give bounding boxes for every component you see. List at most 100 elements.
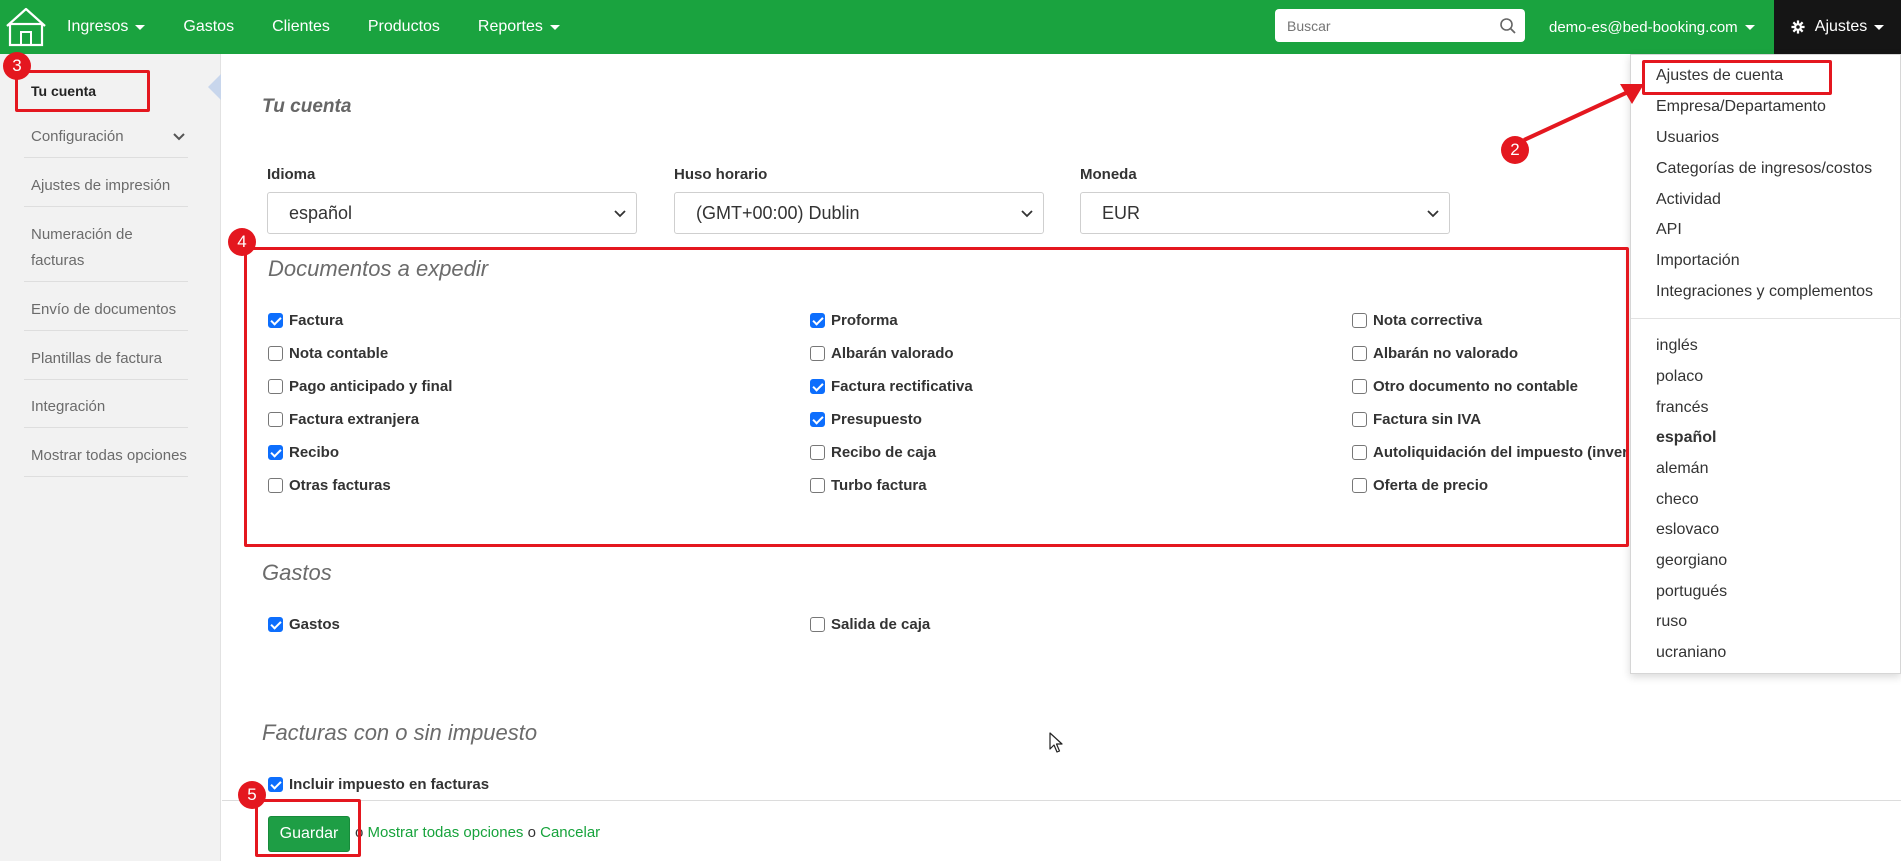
language-option-polaco[interactable]: polaco [1656, 367, 1703, 387]
checkbox-label: Proforma [831, 311, 898, 329]
search-icon[interactable] [1499, 17, 1517, 35]
menu-item-integraciones[interactable]: Integraciones y complementos [1656, 282, 1873, 302]
checkbox[interactable] [1352, 477, 1367, 493]
chevron-down-icon[interactable] [172, 131, 186, 143]
language-option-portugues[interactable]: portugués [1656, 582, 1727, 602]
checkbox-label: Salida de caja [831, 615, 931, 633]
menu-item-importacion[interactable]: Importación [1656, 251, 1740, 271]
language-option-ruso[interactable]: ruso [1656, 612, 1687, 632]
sidebar-item-ajustes-impresion[interactable]: Ajustes de impresión [24, 173, 188, 207]
checkbox-nota-contable[interactable]: Nota contable [268, 343, 388, 363]
nav-ingresos-label: Ingresos [67, 18, 129, 35]
checkbox-nota-correctiva[interactable]: Nota correctiva [1352, 310, 1482, 330]
menu-item-actividad[interactable]: Actividad [1656, 190, 1721, 210]
checkbox[interactable] [268, 411, 283, 427]
checkbox[interactable] [268, 776, 283, 792]
main-menu: Ingresos Gastos Clientes Productos Repor… [48, 0, 579, 54]
checkbox-albaran-valorado[interactable]: Albarán valorado [810, 343, 954, 363]
nav-reportes-label: Reportes [477, 18, 543, 35]
checkbox[interactable] [268, 444, 283, 460]
currency-select[interactable]: EUR [1080, 192, 1450, 234]
language-option-eslovaco[interactable]: eslovaco [1656, 520, 1719, 540]
sidebar-item-mostrar-todas[interactable]: Mostrar todas opciones [24, 443, 188, 477]
settings-label: Ajustes [1814, 18, 1868, 35]
checkbox[interactable] [268, 345, 283, 361]
settings-menu-button[interactable]: Ajustes [1774, 0, 1901, 54]
language-option-aleman[interactable]: alemán [1656, 459, 1708, 479]
footer-separator: o [355, 824, 364, 841]
checkbox-albaran-no-valorado[interactable]: Albarán no valorado [1352, 343, 1518, 363]
checkbox-label: Factura rectificativa [831, 377, 973, 395]
sidebar-item-configuracion[interactable]: Configuración [24, 124, 188, 158]
checkbox-otras-facturas[interactable]: Otras facturas [268, 475, 391, 495]
checkbox-recibo-caja[interactable]: Recibo de caja [810, 442, 936, 462]
checkbox[interactable] [1352, 312, 1367, 328]
checkbox[interactable] [268, 616, 283, 632]
language-option-georgiano[interactable]: georgiano [1656, 551, 1727, 571]
checkbox-turbo-factura[interactable]: Turbo factura [810, 475, 927, 495]
checkbox-presupuesto[interactable]: Presupuesto [810, 409, 922, 429]
checkbox-otro-documento[interactable]: Otro documento no contable [1352, 376, 1578, 396]
sidebar-item-tu-cuenta[interactable]: Tu cuenta [24, 78, 188, 104]
sidebar-item-integracion[interactable]: Integración [24, 394, 188, 428]
timezone-select[interactable]: (GMT+00:00) Dublin [674, 192, 1044, 234]
cancel-link[interactable]: Cancelar [540, 824, 600, 841]
checkbox[interactable] [810, 477, 825, 493]
checkbox-proforma[interactable]: Proforma [810, 310, 898, 330]
checkbox-factura-rectificativa[interactable]: Factura rectificativa [810, 376, 973, 396]
sidebar-item-label: Mostrar todas opciones [31, 447, 187, 464]
checkbox[interactable] [810, 411, 825, 427]
checkbox-salida-caja[interactable]: Salida de caja [810, 614, 930, 634]
nav-gastos[interactable]: Gastos [164, 0, 253, 54]
checkbox[interactable] [810, 345, 825, 361]
nav-clientes[interactable]: Clientes [253, 0, 349, 54]
show-all-options-link[interactable]: Mostrar todas opciones [368, 824, 524, 841]
menu-item-api[interactable]: API [1656, 220, 1682, 240]
checkbox[interactable] [1352, 345, 1367, 361]
checkbox[interactable] [1352, 444, 1367, 460]
nav-productos[interactable]: Productos [349, 0, 459, 54]
sidebar-item-label: Configuración [31, 128, 124, 145]
chevron-down-icon [1021, 210, 1033, 218]
annotation-arrow-icon [1523, 84, 1644, 142]
menu-item-empresa[interactable]: Empresa/Departamento [1656, 97, 1826, 117]
save-button[interactable]: Guardar [268, 816, 350, 852]
sidebar-item-numeracion[interactable]: Numeración de facturas [24, 222, 188, 282]
checkbox[interactable] [268, 477, 283, 493]
menu-divider [1631, 318, 1901, 319]
sidebar-item-plantillas[interactable]: Plantillas de factura [24, 346, 188, 380]
checkbox-recibo[interactable]: Recibo [268, 442, 339, 462]
menu-item-categorias[interactable]: Categorías de ingresos/costos [1656, 159, 1872, 179]
checkbox-factura-extranjera[interactable]: Factura extranjera [268, 409, 419, 429]
user-menu[interactable]: demo-es@bed-booking.com [1549, 0, 1755, 54]
checkbox[interactable] [810, 616, 825, 632]
language-option-espanol[interactable]: español [1656, 428, 1716, 448]
checkbox[interactable] [810, 312, 825, 328]
language-option-ingles[interactable]: inglés [1656, 336, 1698, 356]
menu-item-ajustes-cuenta[interactable]: Ajustes de cuenta [1656, 66, 1783, 86]
language-value: español [289, 203, 353, 223]
search-input[interactable] [1275, 9, 1475, 42]
checkbox-incluir-impuesto[interactable]: Incluir impuesto en facturas [268, 774, 489, 794]
language-select[interactable]: español [267, 192, 637, 234]
checkbox[interactable] [810, 444, 825, 460]
checkbox-autoliquidacion[interactable]: Autoliquidación del impuesto (inver [1352, 442, 1628, 462]
sidebar-item-envio-documentos[interactable]: Envío de documentos [24, 297, 188, 331]
checkbox-pago-anticipado[interactable]: Pago anticipado y final [268, 376, 452, 396]
language-option-frances[interactable]: francés [1656, 398, 1708, 418]
checkbox-factura-sin-iva[interactable]: Factura sin IVA [1352, 409, 1481, 429]
language-option-ucraniano[interactable]: ucraniano [1656, 643, 1726, 663]
home-icon[interactable] [4, 4, 48, 50]
checkbox[interactable] [268, 378, 283, 394]
checkbox[interactable] [1352, 378, 1367, 394]
nav-reportes[interactable]: Reportes [459, 0, 579, 54]
checkbox[interactable] [1352, 411, 1367, 427]
checkbox[interactable] [268, 312, 283, 328]
checkbox-gastos[interactable]: Gastos [268, 614, 340, 634]
language-option-checo[interactable]: checo [1656, 490, 1699, 510]
checkbox-factura[interactable]: Factura [268, 310, 343, 330]
nav-ingresos[interactable]: Ingresos [48, 0, 164, 54]
checkbox-oferta-precio[interactable]: Oferta de precio [1352, 475, 1488, 495]
checkbox[interactable] [810, 378, 825, 394]
menu-item-usuarios[interactable]: Usuarios [1656, 128, 1719, 148]
